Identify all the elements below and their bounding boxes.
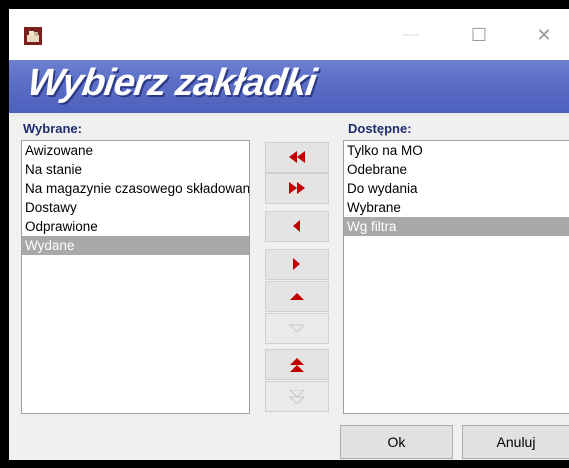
maximize-button[interactable]: ☐	[459, 21, 499, 49]
close-button[interactable]: ✕	[524, 21, 564, 49]
list-item[interactable]: Na stanie	[22, 160, 249, 179]
list-item[interactable]: Wg filtra	[344, 217, 569, 236]
window-frame-bottom	[0, 460, 569, 468]
move-all-left-button[interactable]	[265, 142, 329, 173]
selected-label: Wybrane:	[23, 121, 82, 136]
minimize-button[interactable]: —	[391, 21, 431, 49]
up-icon	[290, 292, 304, 300]
ok-button[interactable]: Ok	[340, 425, 453, 459]
double-left-icon	[289, 150, 305, 163]
list-item[interactable]: Tylko na MO	[344, 141, 569, 160]
list-item[interactable]: Wydane	[22, 236, 249, 255]
move-up-button[interactable]	[265, 281, 329, 312]
move-bottom-button[interactable]	[265, 381, 329, 412]
list-item[interactable]: Wybrane	[344, 198, 569, 217]
list-item[interactable]: Awizowane	[22, 141, 249, 160]
close-icon: ✕	[536, 24, 552, 45]
title-bar[interactable]: — ☐ ✕	[9, 9, 569, 60]
double-right-icon	[289, 181, 305, 194]
list-item[interactable]: Na magazynie czasowego składowania	[22, 179, 249, 198]
maximize-icon: ☐	[470, 24, 488, 45]
cancel-button[interactable]: Anuluj	[462, 425, 569, 459]
list-item[interactable]: Dostawy	[22, 198, 249, 217]
move-all-right-button[interactable]	[265, 173, 329, 204]
minimize-icon: —	[403, 26, 419, 43]
app-icon	[24, 27, 42, 45]
window-frame-top	[0, 0, 569, 9]
move-down-button[interactable]	[265, 313, 329, 344]
double-up-icon	[290, 357, 304, 372]
dialog-title: Wybierz zakładki	[25, 62, 319, 104]
list-item[interactable]: Do wydania	[344, 179, 569, 198]
left-icon	[293, 219, 300, 232]
list-item[interactable]: Odprawione	[22, 217, 249, 236]
move-right-button[interactable]	[265, 249, 329, 280]
window-frame-left	[0, 0, 9, 468]
list-item[interactable]: Odebrane	[344, 160, 569, 179]
available-list[interactable]: Tylko na MO Odebrane Do wydania Wybrane Wg f…	[343, 140, 569, 414]
move-top-button[interactable]	[265, 349, 329, 380]
available-label: Dostępne:	[348, 121, 412, 136]
move-left-button[interactable]	[265, 211, 329, 242]
right-icon	[293, 257, 300, 270]
double-down-icon	[288, 389, 306, 404]
dialog-header: Wybierz zakładki	[9, 60, 569, 113]
down-icon	[288, 324, 306, 333]
selected-list[interactable]: Awizowane Na stanie Na magazynie czasowego…	[21, 140, 250, 414]
